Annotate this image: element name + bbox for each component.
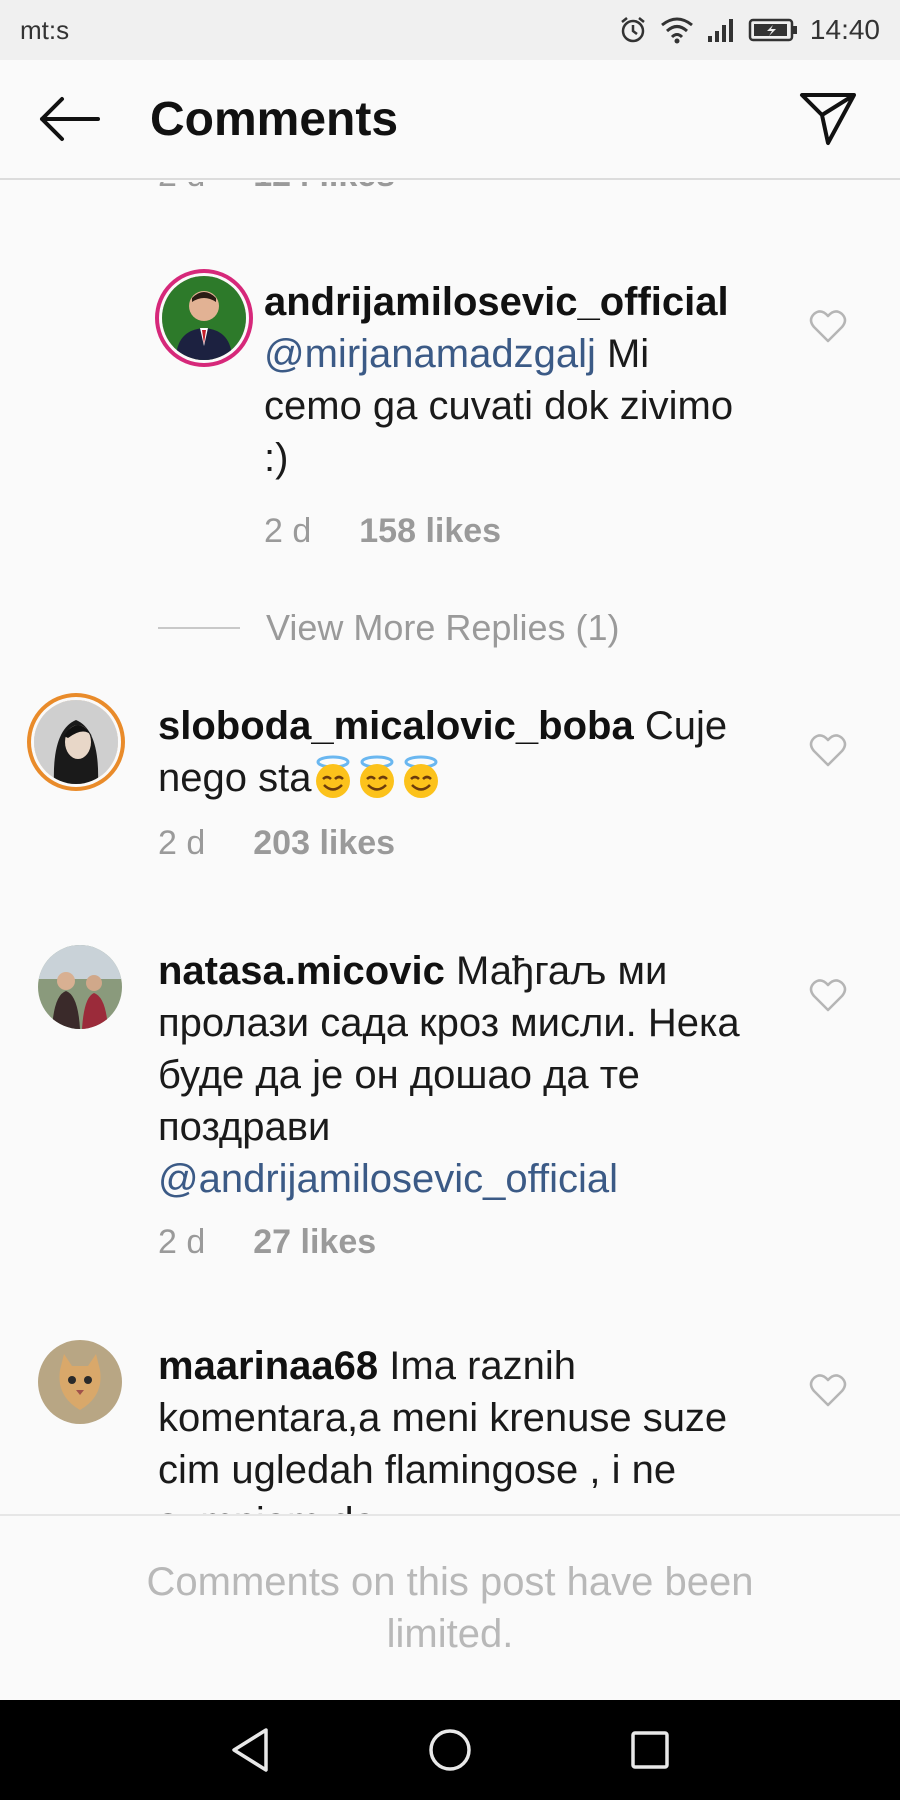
heart-icon[interactable] [808,306,848,346]
avatar[interactable] [162,276,246,360]
battery-icon [748,18,797,42]
back-button[interactable] [20,69,120,169]
heart-icon[interactable] [808,1370,848,1410]
avatar[interactable] [38,945,122,1029]
comment-list[interactable]: 2 d 124 likes andrijamilosevic_official … [0,182,900,1514]
smiling-face-with-halo-emoji [360,755,395,798]
view-more-replies-button[interactable]: View More Replies (1) [158,607,619,649]
view-more-replies-label: View More Replies (1) [266,607,620,648]
comment-meta: 2 d 203 likes [158,824,395,863]
comment-mention[interactable]: @andrijamilosevic_official [158,1157,618,1201]
smiling-face-with-halo-emoji [316,755,351,798]
paper-plane-icon [800,93,856,145]
divider-line [158,627,240,629]
comment-text: maarinaa68 Ima raznih komentara,a meni k… [158,1340,768,1514]
nav-home-button[interactable] [410,1710,490,1790]
comment-username[interactable]: andrijamilosevic_official [264,280,729,324]
carrier-label: mt:s [20,14,70,45]
profile-photo [162,276,246,360]
comment-meta: 2 d 27 likes [158,1223,376,1262]
comment-item: natasa.micovic Мађгаљ ми пролази сада кр… [0,945,900,1275]
avatar[interactable] [38,1340,122,1424]
comment-text: andrijamilosevic_official @mirjanamadzga… [264,276,734,484]
comment-age: 2 d [264,512,312,550]
signal-icon [707,19,733,42]
comments-limited-notice: Comments on this post have been limited. [146,1560,754,1656]
comments-header: Comments [0,60,900,180]
status-bar: mt:s 14:40 [0,0,900,60]
home-circle-icon [429,1729,471,1771]
comment-username[interactable]: sloboda_micalovic_boba [158,704,634,748]
back-triangle-icon [232,1728,268,1772]
profile-photo [38,1340,122,1424]
comment-likes[interactable]: 203 likes [253,824,395,863]
system-nav-bar [0,1700,900,1800]
comment-username[interactable]: natasa.micovic [158,949,445,993]
status-icons: 14:40 [618,14,880,46]
heart-icon[interactable] [808,975,848,1015]
share-button[interactable] [778,69,878,169]
comment-meta: 2 d 158 likes [264,512,501,551]
recents-square-icon [631,1731,669,1769]
comment-likes[interactable]: 27 likes [253,1223,376,1262]
alarm-icon [621,17,645,43]
wifi-icon [660,17,693,44]
comment-age: 2 d [158,824,206,862]
comment-likes[interactable]: 124 likes [253,182,395,195]
comment-likes[interactable]: 158 likes [359,512,501,551]
arrow-left-icon [40,97,100,141]
comment-age: 2 d [158,182,205,195]
reply-comment: andrijamilosevic_official @mirjanamadzga… [0,276,900,550]
page-title: Comments [150,92,399,146]
nav-recents-button[interactable] [610,1710,690,1790]
avatar[interactable] [34,700,118,784]
comment-text: sloboda_micalovic_boba Cuje nego sta [158,700,768,804]
comment-username[interactable]: maarinaa68 [158,1344,378,1388]
partial-comment-meta: 2 d 124 likes [158,182,395,195]
smiling-face-with-halo-emoji [404,755,439,798]
profile-photo [38,945,122,1029]
profile-photo [34,700,118,784]
comment-age: 2 d [158,1223,206,1261]
clock-label: 14:40 [809,14,880,45]
heart-icon[interactable] [808,730,848,770]
comments-limited-bar: Comments on this post have been limited. [0,1514,900,1700]
comment-mention[interactable]: @mirjanamadzgalj [264,332,596,376]
comment-item: sloboda_micalovic_boba Cuje nego sta 2 d… [0,700,900,900]
comment-text: natasa.micovic Мађгаљ ми пролази сада кр… [158,945,758,1205]
comment-item: maarinaa68 Ima raznih komentara,a meni k… [0,1340,900,1514]
nav-back-button[interactable] [210,1710,290,1790]
